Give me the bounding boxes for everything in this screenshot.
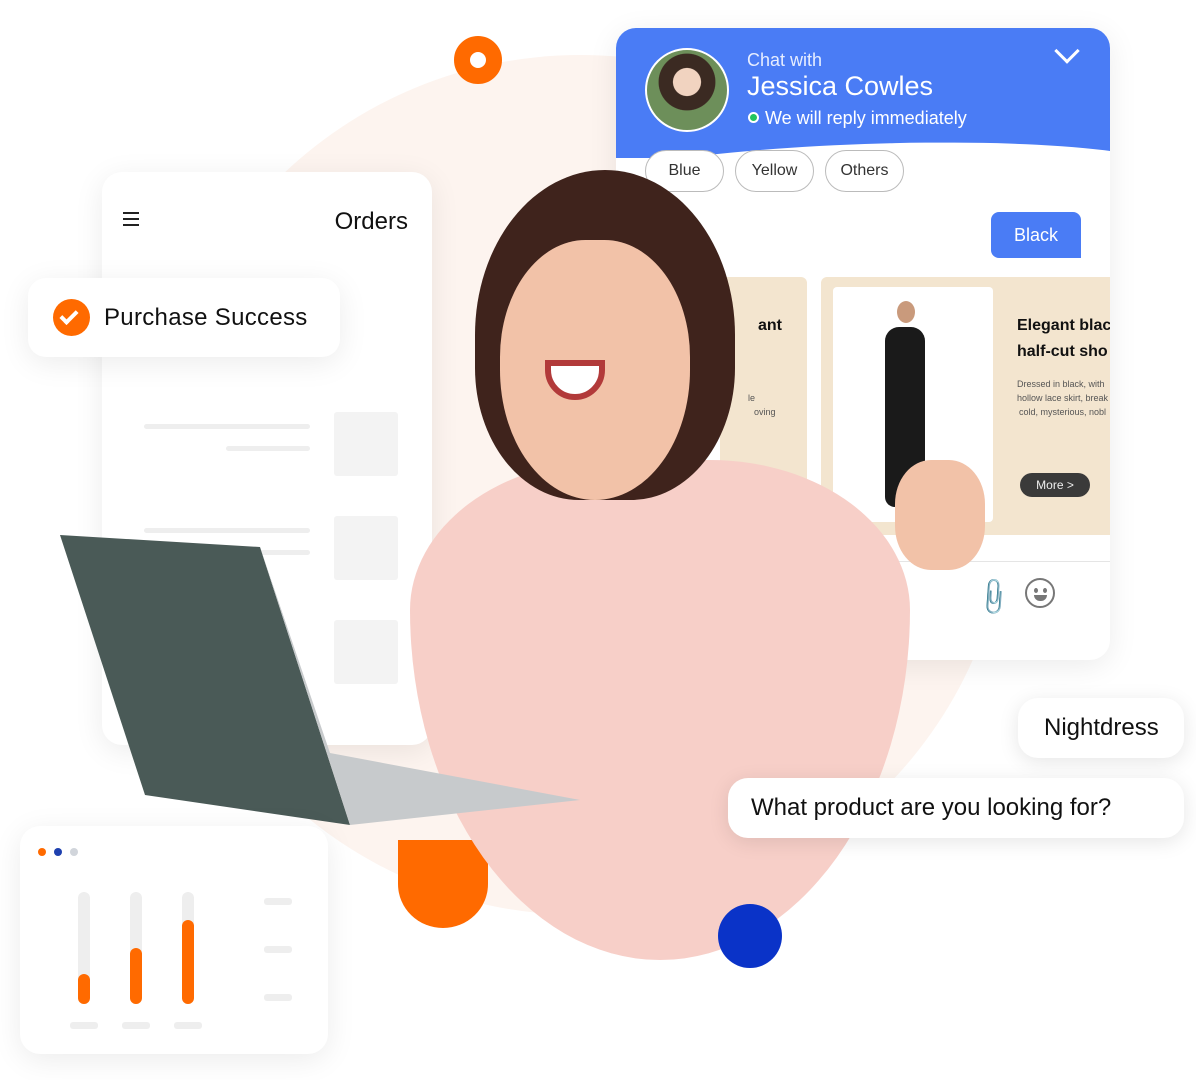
reply-black-button[interactable]: Black [991,212,1081,258]
orange-ring-decor [454,36,502,84]
smiley-icon[interactable] [1025,578,1055,608]
hamburger-icon[interactable] [123,212,139,226]
orders-title: Orders [334,208,408,235]
purchase-success-label: Purchase Success [104,303,308,331]
chat-subtitle: Chat with [747,50,823,70]
agent-name: Jessica Cowles [747,71,934,101]
chat-status: We will reply immediately [765,108,967,128]
purchase-success-toast: Purchase Success [28,278,340,357]
level-label [174,1022,202,1029]
mini-chart-card [20,826,328,1054]
question-bubble: What product are you looking for? [728,778,1184,838]
more-button[interactable]: More > [1020,473,1090,497]
level-bar [78,973,90,1004]
paperclip-icon[interactable]: 📎 [972,575,1016,619]
blue-dot-decor [718,904,782,968]
online-status-icon [748,112,759,123]
window-dot [70,848,78,856]
laptop [60,535,580,835]
level-label [122,1022,150,1029]
level-bar [130,948,142,1004]
window-dot [38,848,46,856]
agent-avatar [645,48,729,132]
window-dot [54,848,62,856]
reply-bubble-nightdress: Nightdress [1018,698,1184,758]
level-label [70,1022,98,1029]
order-thumb [334,412,398,476]
check-circle-icon [53,299,90,336]
product-title: Elegant blac [1017,317,1110,334]
level-bar [182,920,194,1004]
